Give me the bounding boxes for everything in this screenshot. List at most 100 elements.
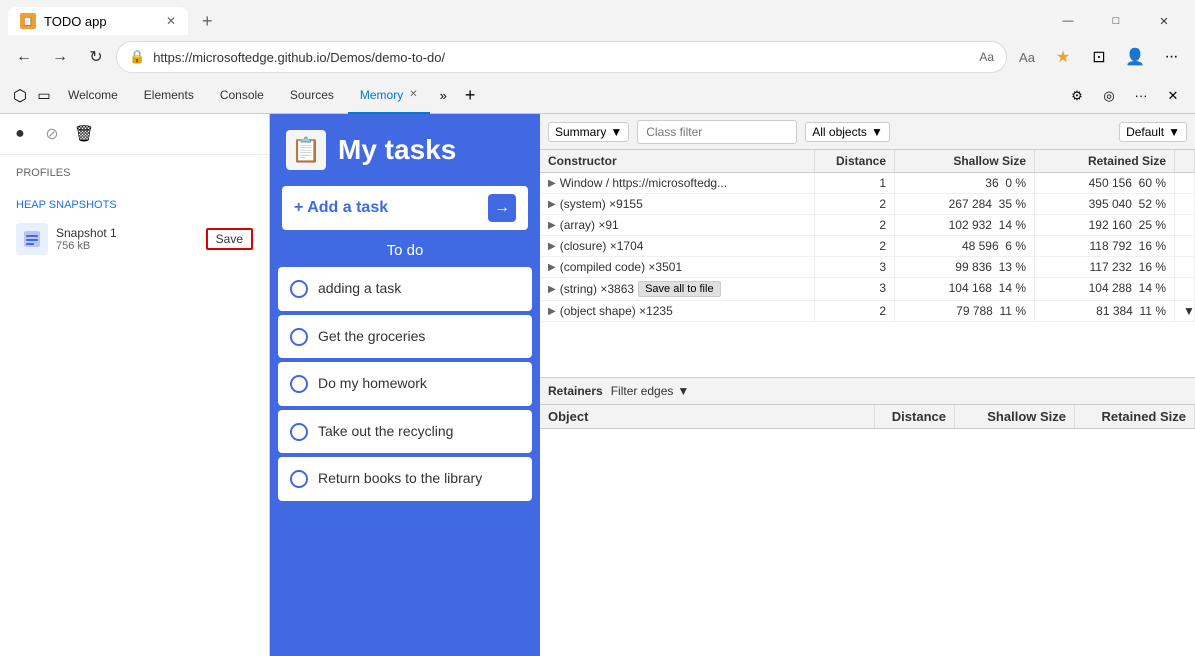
add-task-arrow-icon[interactable]: → [488,194,516,222]
devtools-left-toolbar: ● ⊘ 🗑 [0,114,269,155]
todo-item[interactable]: Do my homework [278,362,532,406]
browser-tab[interactable]: 📋 TODO app ✕ [8,7,188,35]
inspect-element-button[interactable]: ⬡ [8,84,32,108]
memory-table: Constructor Distance Shallow Size Retain… [540,150,1195,377]
refresh-button[interactable]: ↻ [80,41,112,73]
reader-icon: Aa [979,50,994,64]
trash-button[interactable]: 🗑 [72,122,96,146]
record-button[interactable]: ● [8,122,32,146]
expand-icon[interactable]: ▶ [548,306,556,317]
retained-size-cell: 81 384 11 % [1035,301,1175,321]
todo-checkbox-5[interactable] [290,470,308,488]
back-button[interactable]: ← [8,41,40,73]
navigation-bar: ← → ↻ 🔒 https://microsoftedge.github.io/… [0,36,1195,78]
todo-checkbox-1[interactable] [290,280,308,298]
reader-mode-button[interactable]: Aa [1011,41,1043,73]
device-mode-button[interactable]: ▭ [32,84,56,108]
expand-icon[interactable]: ▶ [548,241,556,252]
todo-text-3: Do my homework [318,374,427,394]
summary-dropdown[interactable]: Summary ▼ [548,122,629,142]
table-row[interactable]: ▶ Window / https://microsoftedg... 1 36 … [540,173,1195,194]
table-row[interactable]: ▶ (compiled code) ×3501 3 99 836 13 % 11… [540,257,1195,278]
table-row[interactable]: ▶ (array) ×91 2 102 932 14 % 192 160 25 … [540,215,1195,236]
todo-app-panel: 📋 My tasks + Add a task → To do adding a… [270,114,540,656]
devtools-settings: ⚙ ◎ ··· ✕ [1063,82,1187,110]
retained-size-cell: 104 288 14 % [1035,278,1175,300]
snapshot-name: Snapshot 1 [56,226,198,240]
expand-icon[interactable]: ▶ [548,199,556,210]
todo-checkbox-2[interactable] [290,328,308,346]
tab-memory[interactable]: Memory ✕ [348,78,430,114]
close-devtools-button[interactable]: ✕ [1159,82,1187,110]
todo-text-1: adding a task [318,279,401,299]
ret-shallow-size-header: Shallow Size [955,405,1075,428]
more-tabs-button[interactable]: » [432,78,455,114]
filter-edges-chevron-icon: ▼ [677,384,689,398]
more-button[interactable]: ··· [1155,41,1187,73]
todo-item[interactable]: adding a task [278,267,532,311]
all-objects-dropdown[interactable]: All objects ▼ [805,122,890,142]
more-options-button[interactable]: ··· [1127,82,1155,110]
expand-icon[interactable]: ▶ [548,220,556,231]
new-tab-button[interactable]: + [196,9,219,34]
all-objects-label: All objects [812,125,867,139]
maximize-button[interactable]: □ [1093,7,1139,35]
table-header: Constructor Distance Shallow Size Retain… [540,150,1195,173]
profiles-label: Profiles [16,167,253,179]
expand-icon[interactable]: ▶ [548,262,556,273]
close-button[interactable]: ✕ [1141,7,1187,35]
constructor-cell: ▶ (object shape) ×1235 [540,301,815,321]
forward-button[interactable]: → [44,41,76,73]
todo-item[interactable]: Get the groceries [278,315,532,359]
dock-button[interactable]: ◎ [1095,82,1123,110]
tab-sources[interactable]: Sources [278,78,346,114]
todo-checkbox-4[interactable] [290,423,308,441]
shallow-size-cell: 267 284 35 % [895,194,1035,214]
table-row[interactable]: ▶ (string) ×3863 Save all to file 3 104 … [540,278,1195,301]
constructor-header: Constructor [540,150,815,172]
table-row[interactable]: ▶ (object shape) ×1235 2 79 788 11 % 81 … [540,301,1195,322]
expand-icon[interactable]: ▶ [548,284,556,295]
all-objects-chevron-icon: ▼ [871,125,883,139]
distance-cell: 2 [815,215,895,235]
todo-checkbox-3[interactable] [290,375,308,393]
minimize-button[interactable]: — [1045,7,1091,35]
settings-button[interactable]: ⚙ [1063,82,1091,110]
save-all-to-file-button[interactable]: Save all to file [638,281,720,297]
table-row[interactable]: ▶ (system) ×9155 2 267 284 35 % 395 040 … [540,194,1195,215]
retained-size-cell: 450 156 60 % [1035,173,1175,193]
add-task-label[interactable]: + Add a task [294,199,480,217]
distance-cell: 2 [815,236,895,256]
tab-elements[interactable]: Elements [132,78,206,114]
ret-retained-size-header: Retained Size [1075,405,1195,428]
favorite-button[interactable]: ★ [1047,41,1079,73]
memory-tab-close[interactable]: ✕ [409,89,417,100]
retained-size-cell: 395 040 52 % [1035,194,1175,214]
tab-welcome[interactable]: Welcome [56,78,130,114]
class-filter-input[interactable] [637,120,797,144]
todo-item[interactable]: Return books to the library [278,457,532,501]
table-row[interactable]: ▶ (closure) ×1704 2 48 596 6 % 118 792 1… [540,236,1195,257]
tab-console[interactable]: Console [208,78,276,114]
filter-edges-dropdown[interactable]: Filter edges ▼ [611,384,690,398]
title-bar: 📋 TODO app ✕ + — □ ✕ [0,0,1195,36]
expand-icon[interactable]: ▶ [548,178,556,189]
default-dropdown[interactable]: Default ▼ [1119,122,1187,142]
address-bar[interactable]: 🔒 https://microsoftedge.github.io/Demos/… [116,41,1007,73]
summary-chevron-icon: ▼ [610,125,622,139]
profile-button[interactable]: 👤 [1119,41,1151,73]
snapshot-item[interactable]: Snapshot 1 756 kB Save [16,219,253,259]
ret-distance-header: Distance [875,405,955,428]
tab-close-button[interactable]: ✕ [166,14,176,28]
collections-button[interactable]: ⊡ [1083,41,1115,73]
clear-button[interactable]: ⊘ [40,122,64,146]
tab-title: TODO app [44,14,107,29]
constructor-cell: ▶ (string) ×3863 Save all to file [540,278,815,300]
snapshot-size: 756 kB [56,240,198,252]
add-task-bar[interactable]: + Add a task → [282,186,528,230]
add-tab-button[interactable]: + [457,78,484,114]
todo-item[interactable]: Take out the recycling [278,410,532,454]
shallow-size-cell: 102 932 14 % [895,215,1035,235]
save-snapshot-button[interactable]: Save [206,228,253,250]
window-controls: — □ ✕ [1045,7,1187,35]
